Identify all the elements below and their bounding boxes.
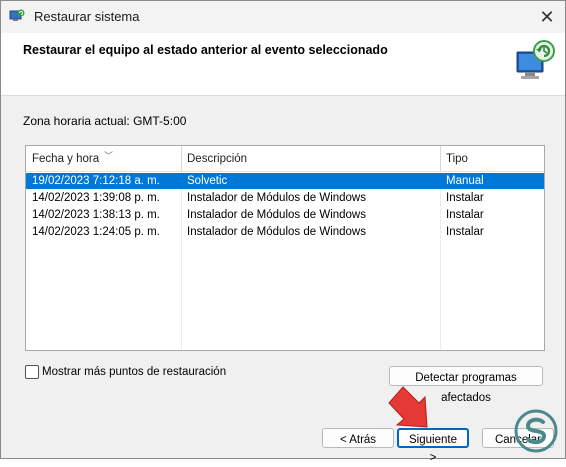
wizard-header: Restaurar el equipo al estado anterior a… [1,33,565,96]
row-type: Manual [446,175,484,187]
row-description: Instalador de Módulos de Windows [187,226,366,238]
show-more-checkbox[interactable] [25,365,39,379]
row-date: 14/02/2023 1:24:05 p. m. [32,226,160,238]
show-more-label[interactable]: Mostrar más puntos de restauración [42,366,226,378]
red-arrow-annotation [388,386,428,428]
row-description: Instalador de Módulos de Windows [187,209,366,221]
column-header-date[interactable]: Fecha y hora ﹀ [32,146,180,171]
row-date: 19/02/2023 7:12:18 a. m. [32,175,160,187]
title-bar[interactable]: Restaurar sistema ✕ [1,1,565,33]
timezone-label: Zona horaria actual: GMT-5:00 [23,114,187,128]
close-button[interactable]: ✕ [529,2,565,32]
system-restore-app-icon [9,9,25,21]
sort-caret-icon: ﹀ [104,151,114,161]
window-title: Restaurar sistema [34,9,140,24]
solvetic-logo [514,409,558,453]
restore-point-row[interactable]: 14/02/2023 1:38:13 p. m. Instalador de M… [26,207,544,223]
restore-point-row[interactable]: 19/02/2023 7:12:18 a. m. Solvetic Manual [26,173,544,189]
restore-point-row[interactable]: 14/02/2023 1:39:08 p. m. Instalador de M… [26,190,544,206]
row-type: Instalar [446,226,484,238]
close-icon: ✕ [539,6,555,27]
system-restore-header-icon [516,40,555,79]
restore-point-row[interactable]: 14/02/2023 1:24:05 p. m. Instalador de M… [26,224,544,240]
row-date: 14/02/2023 1:39:08 p. m. [32,192,160,204]
row-type: Instalar [446,209,484,221]
list-header: Fecha y hora ﹀ Descripción Tipo [26,146,544,172]
system-restore-window: Restaurar sistema ✕ Restaurar el equipo … [0,0,566,464]
row-description: Solvetic [187,175,228,187]
show-more-restore-points[interactable]: Mostrar más puntos de restauración [25,364,226,380]
column-header-description[interactable]: Descripción [187,146,437,171]
column-header-type[interactable]: Tipo [446,146,536,171]
row-type: Instalar [446,192,484,204]
row-description: Instalador de Módulos de Windows [187,192,366,204]
back-button[interactable]: < Atrás [322,428,394,448]
row-date: 14/02/2023 1:38:13 p. m. [32,209,160,221]
column-divider[interactable] [181,146,182,171]
column-divider[interactable] [440,146,441,171]
header-title: Restaurar el equipo al estado anterior a… [23,43,388,57]
restore-points-list[interactable]: Fecha y hora ﹀ Descripción Tipo 19/02/20… [25,145,545,351]
